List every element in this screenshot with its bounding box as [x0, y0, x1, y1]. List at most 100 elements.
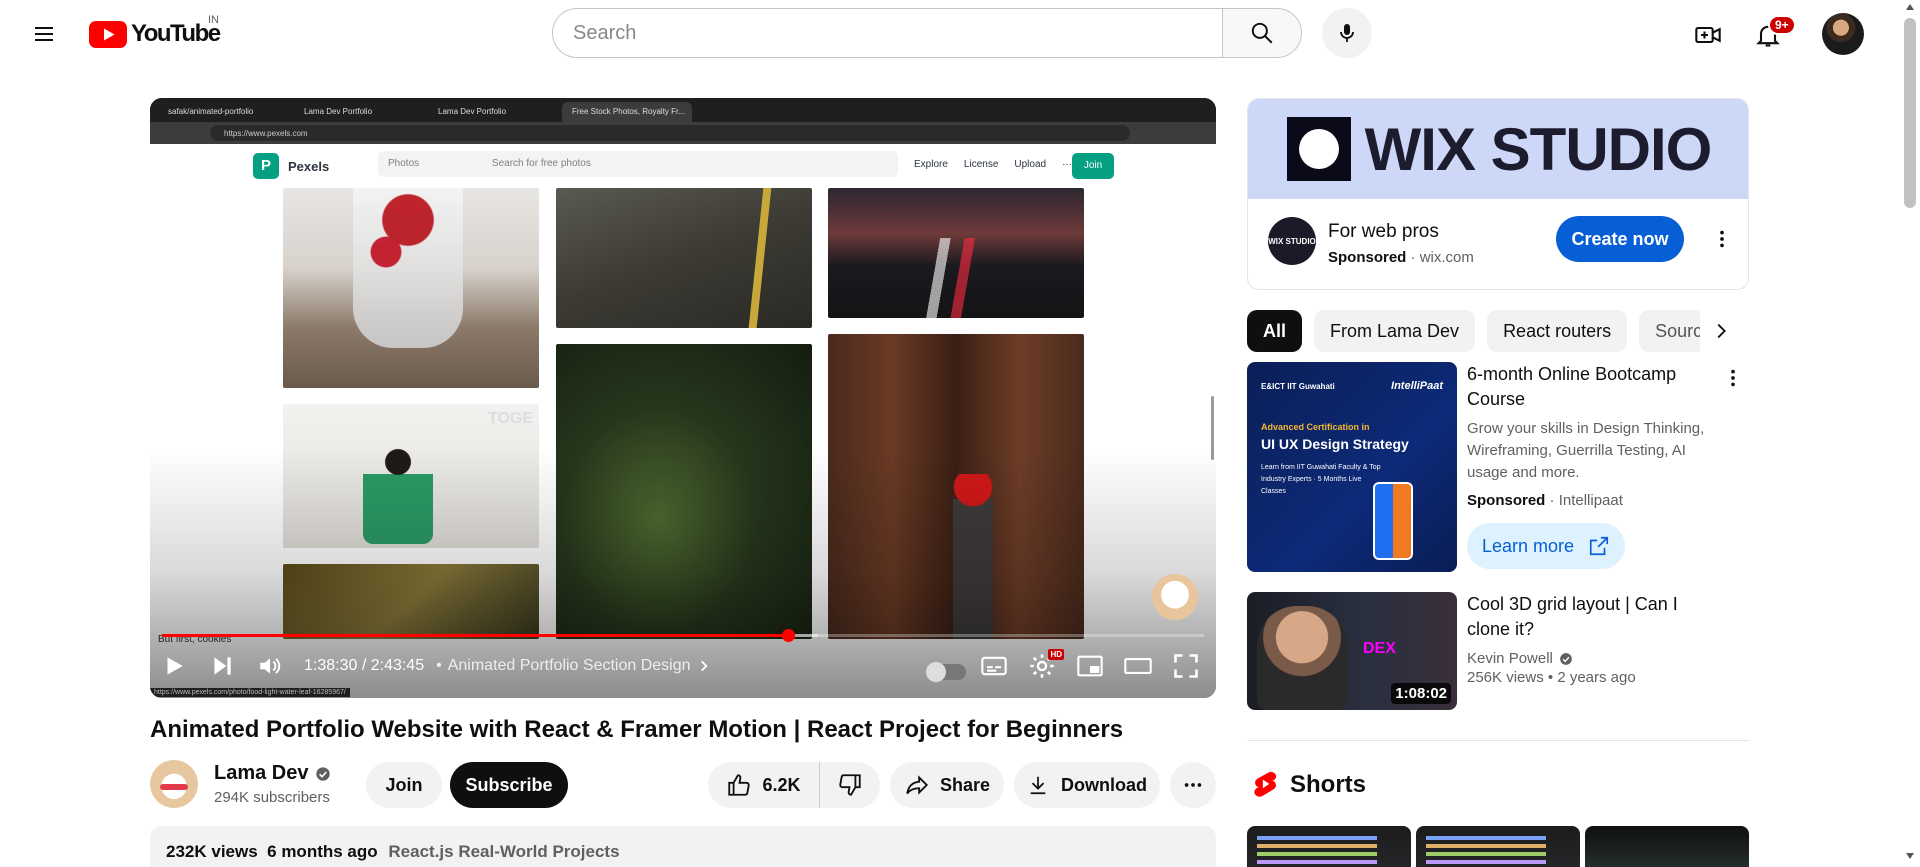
- download-icon: [1030, 776, 1046, 795]
- create-now-button[interactable]: Create now: [1556, 216, 1684, 262]
- thumb-bullets: Learn from IIT Guwahati Faculty & Top In…: [1261, 464, 1381, 495]
- recorded-url: https://www.pexels.com: [210, 125, 1130, 141]
- recorded-tab: Lama Dev Portfolio: [438, 107, 507, 116]
- wix-logo-icon: [1286, 117, 1351, 181]
- region-code: IN: [208, 14, 219, 26]
- mute-button[interactable]: [246, 646, 294, 686]
- more-vertical-icon: [1720, 230, 1724, 248]
- sponsored-label: Sponsored: [1467, 492, 1546, 509]
- page-scrollbar[interactable]: [1900, 0, 1920, 867]
- short-thumbnail[interactable]: [1585, 826, 1749, 867]
- voice-search-button[interactable]: [1322, 8, 1372, 58]
- volume-icon: [260, 658, 281, 674]
- youtube-play-icon: [89, 20, 127, 48]
- recommendation-title[interactable]: 6-month Online Bootcamp Course: [1467, 362, 1713, 412]
- recommendation-thumbnail[interactable]: E&ICT IIT Guwahati IntelliPaat Advanced …: [1247, 362, 1457, 572]
- dislike-button[interactable]: [820, 762, 880, 808]
- recommendation-item: DEX 1:08:02 Cool 3D grid layout | Can I …: [1247, 592, 1757, 712]
- next-button[interactable]: [198, 646, 246, 686]
- channel-name: Kevin Powell: [1467, 650, 1553, 667]
- recommendation-thumbnail[interactable]: DEX 1:08:02: [1247, 592, 1457, 710]
- like-count: 6.2K: [762, 774, 801, 795]
- search-button[interactable]: [1222, 8, 1302, 58]
- short-thumbnail[interactable]: [1247, 826, 1411, 867]
- chips-next-button[interactable]: [1700, 310, 1742, 352]
- chapter-title-button[interactable]: • Animated Portfolio Section Design: [436, 657, 710, 675]
- playlist-tag[interactable]: React.js Real-World Projects: [388, 842, 619, 861]
- join-button[interactable]: Join: [366, 762, 442, 808]
- pexels-header: P Pexels Photos Search for free photos E…: [250, 144, 1116, 188]
- owner-row: Lama Dev 294K subscribers Join Subscribe…: [150, 760, 1216, 810]
- recorded-status-url: https://www.pexels.com/photo/food-light-…: [150, 688, 350, 697]
- skip-next-icon: [214, 657, 231, 675]
- ad-domain: wix.com: [1419, 249, 1474, 266]
- guide-menu-button[interactable]: [24, 14, 64, 54]
- channel-avatar[interactable]: [150, 760, 198, 808]
- shorts-title: Shorts: [1290, 771, 1367, 798]
- youtube-wordmark: YouTube: [131, 20, 221, 47]
- pexels-nav-item: License: [963, 159, 999, 170]
- short-thumbnail[interactable]: [1416, 826, 1580, 867]
- chip-react-routers[interactable]: React routers: [1487, 310, 1628, 352]
- meta-dot: ·: [1549, 492, 1559, 509]
- ad-meta: Sponsored · wix.com: [1328, 249, 1474, 266]
- settings-button[interactable]: HD: [1018, 646, 1066, 686]
- share-button[interactable]: Share: [890, 762, 1004, 808]
- chevron-right-icon: [1717, 323, 1726, 339]
- recommendation-info: 6-month Online Bootcamp Course Grow your…: [1467, 362, 1713, 569]
- meta-dot: •: [1547, 669, 1558, 686]
- more-actions-button[interactable]: [1170, 762, 1216, 808]
- chip-all[interactable]: All: [1247, 310, 1303, 352]
- ad-banner[interactable]: WIX STUDIO: [1248, 99, 1748, 199]
- microphone-icon: [1340, 24, 1354, 42]
- scroll-up-arrow-icon[interactable]: [1906, 4, 1914, 10]
- recommendation-channel[interactable]: Kevin Powell: [1467, 650, 1713, 667]
- video-player[interactable]: safak/animated-portfolio Lama Dev Portfo…: [150, 98, 1216, 698]
- download-button[interactable]: Download: [1014, 762, 1160, 808]
- notifications-button[interactable]: 9+: [1746, 13, 1796, 57]
- photo-watermark: TOGE: [487, 410, 533, 427]
- autoplay-toggle[interactable]: [922, 646, 970, 686]
- progress-played: [162, 634, 789, 637]
- theater-mode-button[interactable]: [1114, 646, 1162, 686]
- like-button[interactable]: 6.2K: [708, 762, 820, 808]
- learn-more-button[interactable]: Learn more: [1467, 523, 1625, 569]
- subtitles-button[interactable]: [970, 646, 1018, 686]
- pexels-search-placeholder: Search for free photos: [491, 158, 591, 169]
- miniplayer-icon: [1077, 655, 1103, 677]
- masthead: YouTube IN 9+: [0, 0, 1900, 68]
- advertiser-logo[interactable]: WIX STUDIO: [1268, 217, 1316, 265]
- hamburger-icon: [35, 27, 53, 41]
- recommendation-menu-button[interactable]: [1717, 362, 1749, 394]
- channel-name-link[interactable]: Lama Dev: [214, 762, 331, 785]
- fullscreen-button[interactable]: [1162, 646, 1210, 686]
- create-button[interactable]: [1686, 13, 1730, 57]
- progress-bar[interactable]: [162, 629, 1204, 642]
- account-avatar[interactable]: [1822, 13, 1864, 55]
- thumb-brand: IntelliPaat: [1391, 380, 1443, 392]
- miniplayer-button[interactable]: [1066, 646, 1114, 686]
- learn-more-label: Learn more: [1481, 535, 1575, 556]
- player-controls-right: HD: [922, 646, 1210, 686]
- pexels-search: Photos Search for free photos: [378, 151, 898, 177]
- ad-menu-button[interactable]: [1706, 223, 1738, 255]
- subscribe-button[interactable]: Subscribe: [450, 762, 568, 808]
- recorded-tab: safak/animated-portfolio: [168, 107, 254, 116]
- thumb-face: [1257, 606, 1347, 710]
- player-controls: 1:38:30 / 2:43:45 • Animated Portfolio S…: [150, 646, 1216, 686]
- phone-illustration: [1373, 482, 1413, 560]
- youtube-logo[interactable]: YouTube: [89, 20, 221, 48]
- scroll-down-arrow-icon[interactable]: [1906, 853, 1914, 859]
- chip-from-lama-dev[interactable]: From Lama Dev: [1314, 310, 1476, 352]
- recommendation-description: Grow your skills in Design Thinking, Wir…: [1467, 420, 1705, 481]
- ad-banner-text: WIX STUDIO: [1364, 115, 1713, 183]
- ad-title[interactable]: For web pros: [1328, 221, 1439, 243]
- description-box[interactable]: 232K views 6 months ago React.js Real-Wo…: [150, 826, 1216, 867]
- search-input[interactable]: [552, 8, 1222, 58]
- related-filter-chips: All From Lama Dev React routers Source: [1247, 310, 1767, 352]
- recommendation-title[interactable]: Cool 3D grid layout | Can I clone it?: [1467, 592, 1713, 642]
- scroll-thumb[interactable]: [1904, 18, 1916, 208]
- channel-watermark[interactable]: [1152, 574, 1198, 620]
- thumb-text: DEX: [1363, 640, 1396, 657]
- play-button[interactable]: [150, 646, 198, 686]
